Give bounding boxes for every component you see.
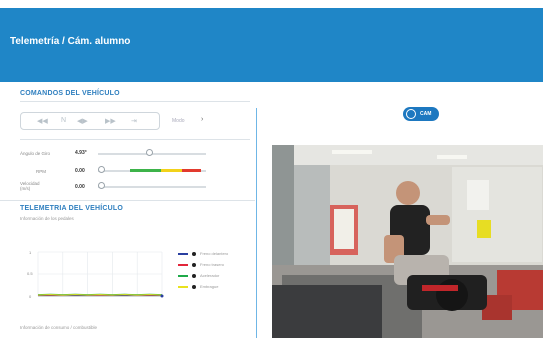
speed-value: 0.00	[75, 184, 85, 190]
panel-divider	[256, 108, 257, 338]
pedal-chart-svg	[37, 251, 164, 298]
legend-label: Freno trasero	[200, 262, 225, 267]
speed-label: Velocidad (m/s)	[20, 181, 40, 191]
rpm-label: RPM	[36, 169, 46, 174]
end-button[interactable]: ⇥	[131, 117, 137, 125]
camera-button-label: CAM	[420, 111, 432, 117]
rpm-value: 0.00	[75, 168, 85, 174]
commands-title: COMANDOS DEL VEHÍCULO	[20, 90, 120, 97]
neutral-button[interactable]: N	[61, 117, 66, 124]
legend-label: Freno delantero	[200, 251, 229, 256]
y-tick-label: 0	[29, 294, 32, 299]
legend-swatch	[178, 286, 188, 288]
steering-angle-label: Ángulo de Giro	[20, 151, 51, 156]
y-tick-label: 1	[29, 250, 32, 255]
pedal-chart	[34, 250, 164, 298]
legend-swatch	[178, 264, 188, 266]
camera-button[interactable]: CAM	[403, 107, 439, 121]
divider	[20, 139, 250, 140]
toggle-button[interactable]: ◀▶	[77, 117, 88, 125]
legend-label: Embrague	[200, 284, 219, 289]
legend-dot	[192, 263, 196, 267]
page-title: Telemetría / Cám. alumno	[10, 36, 131, 47]
rpm-band-0	[130, 169, 161, 172]
series-end-marker	[160, 294, 164, 298]
student-camera-feed	[272, 145, 543, 338]
rpm-band-2	[182, 169, 201, 172]
speed-gauge	[98, 186, 206, 188]
speed-knob	[98, 182, 105, 189]
classroom-video-image	[272, 145, 543, 338]
mode-label: Modo	[172, 118, 185, 124]
legend-item: Embrague	[178, 284, 248, 290]
rpm-knob	[98, 166, 105, 173]
legend-item: Acelerador	[178, 273, 248, 279]
rpm-band-1	[160, 169, 183, 172]
camera-icon	[406, 109, 416, 119]
steering-angle-value: 4.93°	[75, 150, 87, 156]
divider	[20, 101, 250, 102]
telemetry-subtitle: Información de los pedales	[20, 216, 74, 221]
legend-item: Freno delantero	[178, 251, 248, 257]
consumption-note: Información de consumo / combustible	[20, 325, 98, 330]
legend-dot	[192, 285, 196, 289]
telemetry-title: TELEMETRIA DEL VEHÍCULO	[20, 205, 123, 212]
mode-next-button[interactable]: ›	[201, 116, 203, 123]
reverse-fast-button[interactable]: ◀◀	[37, 117, 48, 125]
legend-label: Acelerador	[200, 273, 220, 278]
legend-swatch	[178, 253, 188, 255]
legend-item: Freno trasero	[178, 262, 248, 268]
header-bar: Telemetría / Cám. alumno	[0, 8, 543, 82]
y-tick-label: 0.5	[27, 271, 33, 276]
legend-dot	[192, 252, 196, 256]
control-buttons-group: ◀◀ N ◀▶ ▶▶ ⇥	[20, 112, 160, 130]
legend-dot	[192, 274, 196, 278]
legend-swatch	[178, 275, 188, 277]
forward-fast-button[interactable]: ▶▶	[105, 117, 116, 125]
divider	[0, 200, 255, 201]
